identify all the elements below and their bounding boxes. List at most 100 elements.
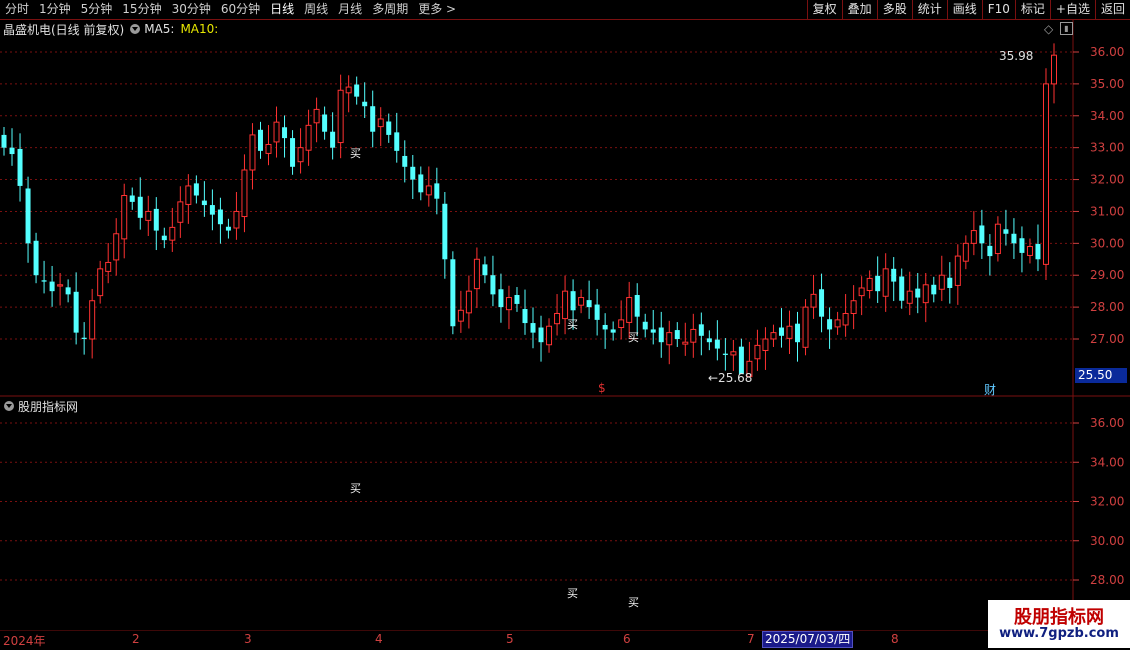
- toolbar-button[interactable]: 返回: [1094, 0, 1130, 19]
- candle-body-down: [81, 337, 87, 339]
- candle-body-down: [370, 106, 376, 132]
- candle-body-down: [209, 205, 215, 215]
- sub-buy-marker: 买: [567, 587, 578, 600]
- candle-body-down: [891, 268, 897, 282]
- toolbar-button[interactable]: 统计: [911, 0, 947, 19]
- period-tab[interactable]: 更多 >: [413, 0, 461, 19]
- toolbar-button[interactable]: 画线: [946, 0, 982, 19]
- candle-body-down: [714, 339, 720, 349]
- candle-body-up: [377, 118, 384, 128]
- toolbar-button[interactable]: +自选: [1049, 0, 1095, 19]
- diamond-icon[interactable]: ◇: [1044, 22, 1053, 36]
- candle-body-up: [730, 351, 737, 356]
- toolbar-button[interactable]: 叠加: [841, 0, 877, 19]
- candle-body-up: [57, 284, 64, 287]
- candle-body-down: [979, 225, 985, 244]
- period-tabs: 分时 1分钟 5分钟 15分钟 30分钟 60分钟 日线 周线 月线 多周期 更多 >: [0, 0, 461, 19]
- event-marker-s[interactable]: $: [598, 381, 606, 395]
- buy-marker: 买: [567, 318, 578, 331]
- candle-body-up: [834, 319, 841, 328]
- candle-body-down: [193, 183, 199, 196]
- sub-indicator-dropdown-icon[interactable]: [4, 401, 14, 411]
- candle-body-up: [618, 319, 625, 329]
- event-marker-cai[interactable]: 财: [984, 381, 996, 398]
- candle-body-up: [786, 325, 793, 339]
- candle-body-down: [1035, 243, 1041, 260]
- sub-buy-marker: 买: [628, 596, 639, 609]
- sub-panel-title: 股朋指标网: [18, 399, 79, 414]
- sub-price-tick-label: 36.00: [1090, 416, 1124, 430]
- candle-body-up: [562, 290, 569, 320]
- candle-body-down: [362, 101, 368, 107]
- toolbar-button[interactable]: 复权: [806, 0, 842, 19]
- candle-body-down: [650, 329, 656, 333]
- candle-body-up: [626, 297, 633, 323]
- candle-body-down: [73, 291, 79, 333]
- period-tab[interactable]: 15分钟: [117, 0, 166, 19]
- period-tab[interactable]: 周线: [299, 0, 333, 19]
- candle-body-up: [465, 290, 472, 314]
- candle-body-down: [530, 323, 536, 333]
- candle-body-down: [33, 240, 39, 276]
- toolbar-button[interactable]: F10: [981, 0, 1015, 19]
- candle-body-down: [875, 275, 881, 292]
- date-axis-label: 3: [244, 632, 252, 646]
- candle-body-up: [962, 242, 969, 262]
- panel-toggle-icon[interactable]: ▮: [1060, 22, 1073, 35]
- sub-price-tick-label: 28.00: [1090, 573, 1124, 587]
- price-tick-label: 35.00: [1090, 77, 1124, 91]
- candle-body-down: [161, 235, 167, 241]
- candle-body-up: [505, 297, 512, 311]
- period-tab[interactable]: 1分钟: [34, 0, 76, 19]
- price-tick-label: 29.00: [1090, 268, 1124, 282]
- sub-buy-marker: 买: [350, 482, 361, 495]
- candle-body-down: [674, 330, 680, 339]
- candle-body-down: [434, 183, 440, 199]
- toolbar-button[interactable]: 标记: [1014, 0, 1050, 19]
- candle-body-down: [795, 323, 801, 343]
- candle-body-up: [922, 284, 929, 304]
- candle-body-up: [1042, 83, 1049, 265]
- candle-body-down: [987, 245, 993, 257]
- candle-body-up: [337, 89, 344, 144]
- buy-marker: 买: [350, 147, 361, 160]
- candle-body-up: [185, 185, 192, 205]
- candle-body-up: [554, 312, 561, 325]
- candle-body-up: [1051, 54, 1057, 85]
- toolbar-button[interactable]: 多股: [876, 0, 912, 19]
- watermark-url: www.7gpzb.com: [999, 626, 1119, 641]
- candle-body-down: [354, 84, 360, 97]
- period-tab[interactable]: 5分钟: [76, 0, 118, 19]
- period-tab[interactable]: 30分钟: [167, 0, 216, 19]
- price-tick-label: 34.00: [1090, 109, 1124, 123]
- period-tab[interactable]: 日线: [265, 0, 299, 19]
- candle-body-down: [498, 289, 504, 308]
- period-tab[interactable]: 月线: [333, 0, 367, 19]
- candle-body-down: [225, 226, 231, 231]
- period-tab[interactable]: 60分钟: [216, 0, 265, 19]
- candle-body-down: [394, 132, 400, 151]
- candle-body-up: [954, 255, 961, 286]
- candle-body-up: [425, 185, 432, 196]
- candle-body-down: [778, 327, 784, 336]
- date-axis-label: 8: [891, 632, 899, 646]
- period-tab[interactable]: 多周期: [367, 0, 413, 19]
- candle-body-up: [233, 210, 240, 229]
- candle-body-up: [802, 306, 809, 348]
- candle-body-up: [690, 328, 697, 343]
- candle-body-down: [1011, 233, 1017, 244]
- candle-body-down: [65, 287, 71, 295]
- candle-body-down: [290, 138, 296, 167]
- candle-body-up: [169, 226, 176, 241]
- candlestick-chart[interactable]: 36.00 35.00 34.00 33.00 32.00 31.00 30.00 29.00…: [0, 19, 1130, 631]
- candle-body-down: [658, 327, 664, 343]
- candle-body-down: [947, 277, 953, 288]
- candle-body-up: [89, 300, 96, 340]
- period-tab[interactable]: 分时: [0, 0, 34, 19]
- candle-body-down: [706, 338, 712, 343]
- candle-body-down: [594, 304, 600, 320]
- candle-body-down: [17, 148, 23, 186]
- candle-body-up: [578, 297, 585, 306]
- buy-marker: 买: [628, 331, 639, 344]
- candle-body-up: [177, 201, 184, 223]
